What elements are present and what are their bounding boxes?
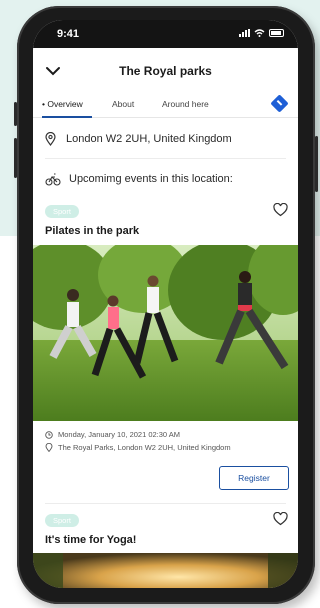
battery-icon — [269, 29, 284, 37]
yoga-image — [33, 553, 298, 588]
event-datetime-text: Monday, January 10, 2021 02:30 AM — [58, 430, 181, 439]
pin-icon — [45, 443, 53, 452]
location-address: London W2 2UH, United Kingdom — [66, 133, 232, 145]
page-title: The Royal parks — [119, 64, 212, 78]
map-pin-icon — [45, 132, 56, 146]
tab-overview[interactable]: • Overview — [42, 99, 83, 109]
event-photo-yoga — [33, 553, 298, 588]
event-title[interactable]: Pilates in the park — [45, 225, 139, 237]
event-photo-pilates — [33, 245, 298, 421]
tab-bar: • Overview About Around here — [33, 94, 298, 118]
clock-icon — [45, 430, 53, 439]
park-pilates-image — [33, 245, 298, 421]
divider — [45, 158, 286, 159]
wifi-icon — [254, 29, 265, 37]
tab-around-here[interactable]: Around here — [162, 99, 209, 109]
events-heading-row: Upcomimg events in this location: — [45, 172, 233, 186]
register-button[interactable]: Register — [219, 466, 289, 490]
location-row: London W2 2UH, United Kingdom — [45, 132, 232, 146]
signal-icon — [239, 29, 250, 37]
event-title[interactable]: It's time for Yoga! — [45, 534, 136, 546]
event-datetime: Monday, January 10, 2021 02:30 AM — [45, 430, 180, 439]
bike-icon — [45, 173, 61, 186]
app-screen: 9:41 The Royal parks • Overview About Ar… — [33, 20, 298, 588]
events-heading: Upcomimg events in this location: — [69, 173, 233, 185]
tab-about[interactable]: About — [112, 99, 134, 109]
heart-icon[interactable] — [273, 512, 288, 526]
status-time: 9:41 — [57, 28, 80, 40]
event-place: The Royal Parks, London W2 2UH, United K… — [45, 443, 231, 452]
divider — [45, 503, 286, 504]
event-category-badge: Sport — [45, 205, 79, 218]
heart-icon[interactable] — [273, 203, 288, 217]
app-header: The Royal parks — [33, 48, 298, 94]
status-icons — [239, 29, 284, 37]
event-category-badge: Sport — [45, 514, 79, 527]
status-bar: 9:41 — [33, 20, 298, 48]
active-tab-indicator — [42, 116, 92, 118]
event-place-text: The Royal Parks, London W2 2UH, United K… — [58, 443, 231, 452]
directions-icon[interactable] — [270, 94, 289, 113]
